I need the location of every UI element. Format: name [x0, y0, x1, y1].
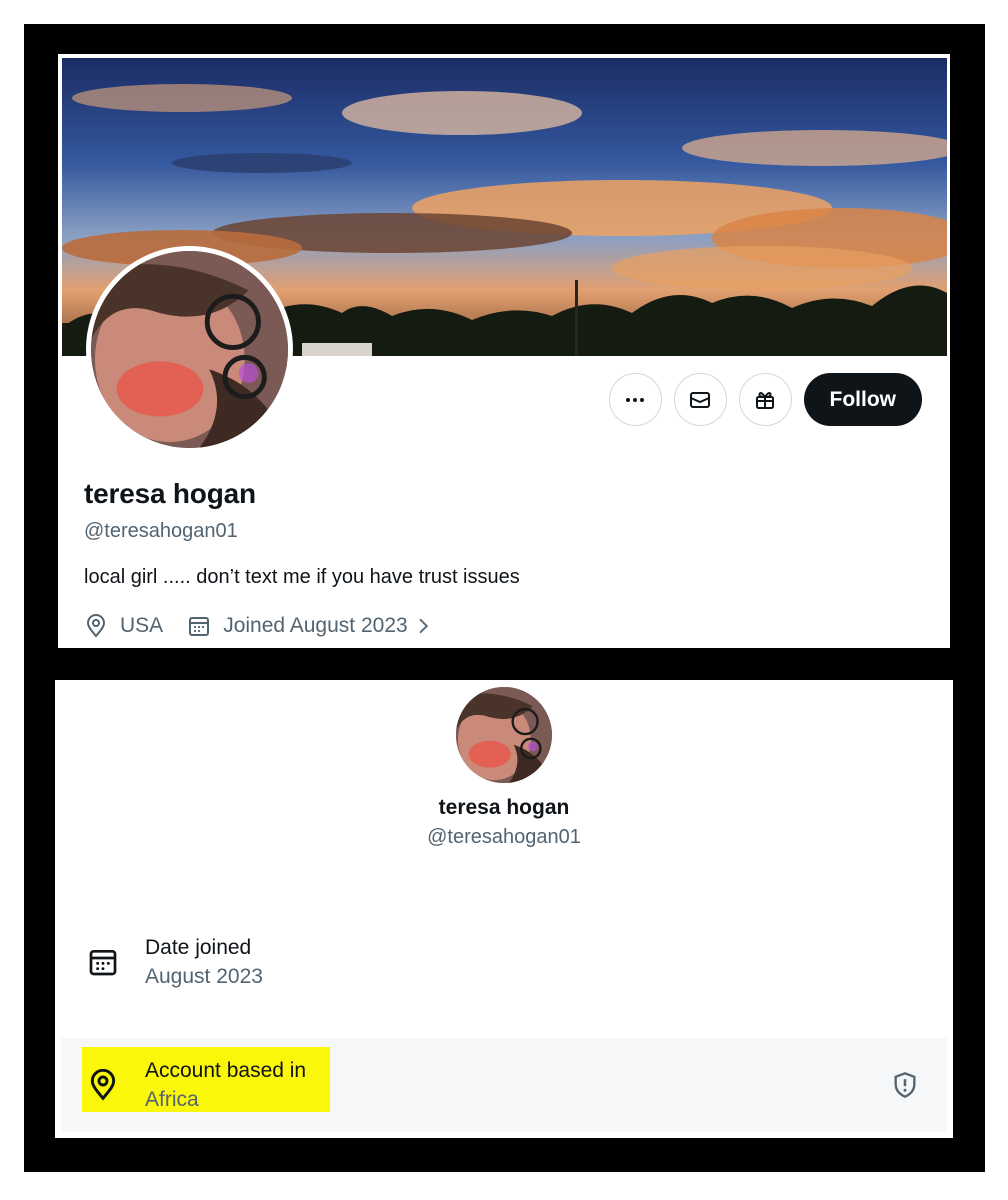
user-handle: @teresahogan01: [84, 520, 238, 542]
account-based-in-label: Account based in: [145, 1059, 307, 1082]
avatar-photo: [91, 251, 288, 448]
about-display-name: teresa hogan: [438, 796, 570, 819]
message-button[interactable]: [673, 373, 727, 426]
account-based-in-text: Account based in Africa: [145, 1056, 306, 1114]
profile-actions: Follow: [608, 373, 922, 426]
about-avatar: [456, 687, 552, 783]
location-pin-icon: [90, 1069, 116, 1101]
date-joined-value: August 2023: [145, 965, 263, 988]
joined-text: Joined August 2023: [223, 614, 408, 637]
envelope-icon: [690, 391, 710, 408]
date-joined-row: Date joined August 2023: [61, 930, 947, 994]
follow-button[interactable]: Follow: [803, 373, 922, 426]
chevron-right-icon: [419, 618, 428, 634]
location-pin-icon: [86, 614, 106, 638]
account-based-in-value: Africa: [145, 1088, 199, 1111]
gift-icon: [756, 391, 774, 409]
display-name: teresa hogan: [84, 478, 256, 509]
avatar-photo: [456, 687, 552, 783]
more-icon: [626, 397, 644, 402]
account-based-in-row: Account based in Africa: [61, 1038, 947, 1132]
date-joined-text: Date joined August 2023: [145, 933, 263, 991]
profile-meta: USA Joined August 2023: [84, 614, 456, 638]
gift-button[interactable]: [738, 373, 792, 426]
profile-avatar[interactable]: [86, 246, 293, 453]
joined-item[interactable]: Joined August 2023: [187, 614, 432, 638]
profile-bio: local girl ..... don’t text me if you ha…: [84, 566, 520, 588]
location-item: USA: [84, 614, 163, 638]
profile-header-panel: Follow teresa hogan @teresahogan01 local…: [58, 54, 950, 648]
calendar-icon: [189, 617, 210, 636]
about-handle: @teresahogan01: [427, 826, 581, 848]
more-options-button[interactable]: [608, 373, 662, 426]
calendar-icon: [89, 950, 117, 976]
date-joined-label: Date joined: [145, 936, 252, 959]
shield-alert-icon[interactable]: [891, 1071, 919, 1099]
account-about-panel: teresa hogan @teresahogan01 Date joined …: [55, 680, 953, 1138]
location-text: USA: [120, 614, 164, 637]
